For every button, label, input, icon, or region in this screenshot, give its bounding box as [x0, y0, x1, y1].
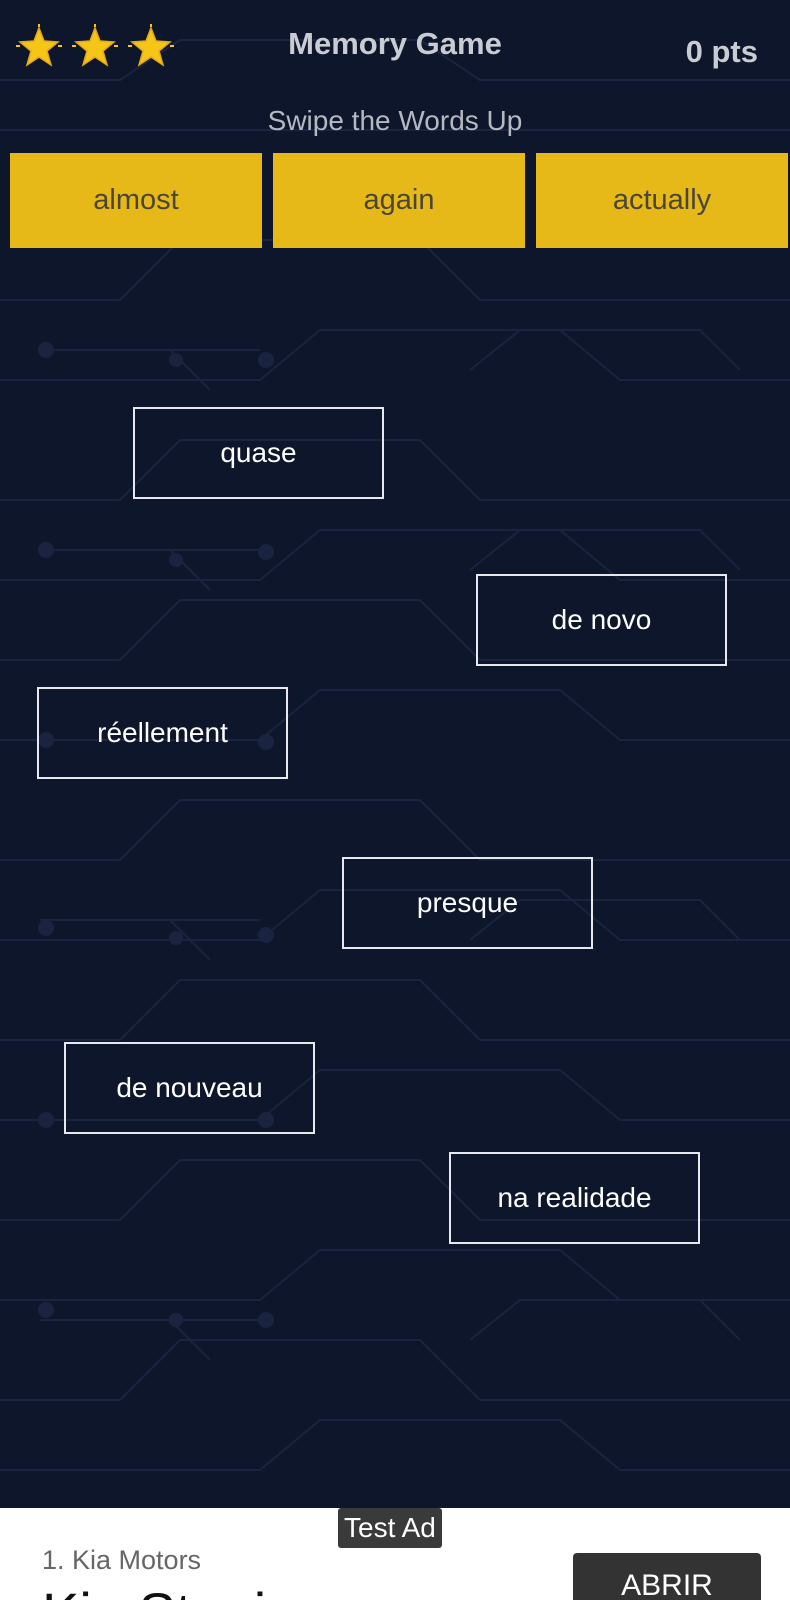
score-display: 0 pts: [685, 34, 758, 69]
word-card-de-novo[interactable]: de novo: [476, 574, 727, 666]
instruction-text: Swipe the Words Up: [267, 105, 523, 136]
word-card-na-realidade[interactable]: na realidade: [449, 1152, 700, 1244]
target-word-again[interactable]: again: [273, 153, 525, 248]
target-word-almost[interactable]: almost: [10, 153, 262, 248]
ad-headline[interactable]: Kia Stonic: [42, 1580, 294, 1600]
ad-open-button[interactable]: ABRIR: [573, 1553, 761, 1600]
word-card-quase[interactable]: quase: [133, 407, 384, 499]
target-word-actually[interactable]: actually: [536, 153, 788, 248]
word-card-reellement[interactable]: réellement: [37, 687, 288, 779]
test-ad-badge: Test Ad: [338, 1508, 442, 1548]
page-title: Memory Game: [288, 26, 502, 61]
top-bar: Memory Game 0 pts: [0, 0, 790, 95]
ad-advertiser: 1. Kia Motors: [42, 1545, 202, 1575]
word-card-presque[interactable]: presque: [342, 857, 593, 949]
word-card-de-nouveau[interactable]: de nouveau: [64, 1042, 315, 1134]
